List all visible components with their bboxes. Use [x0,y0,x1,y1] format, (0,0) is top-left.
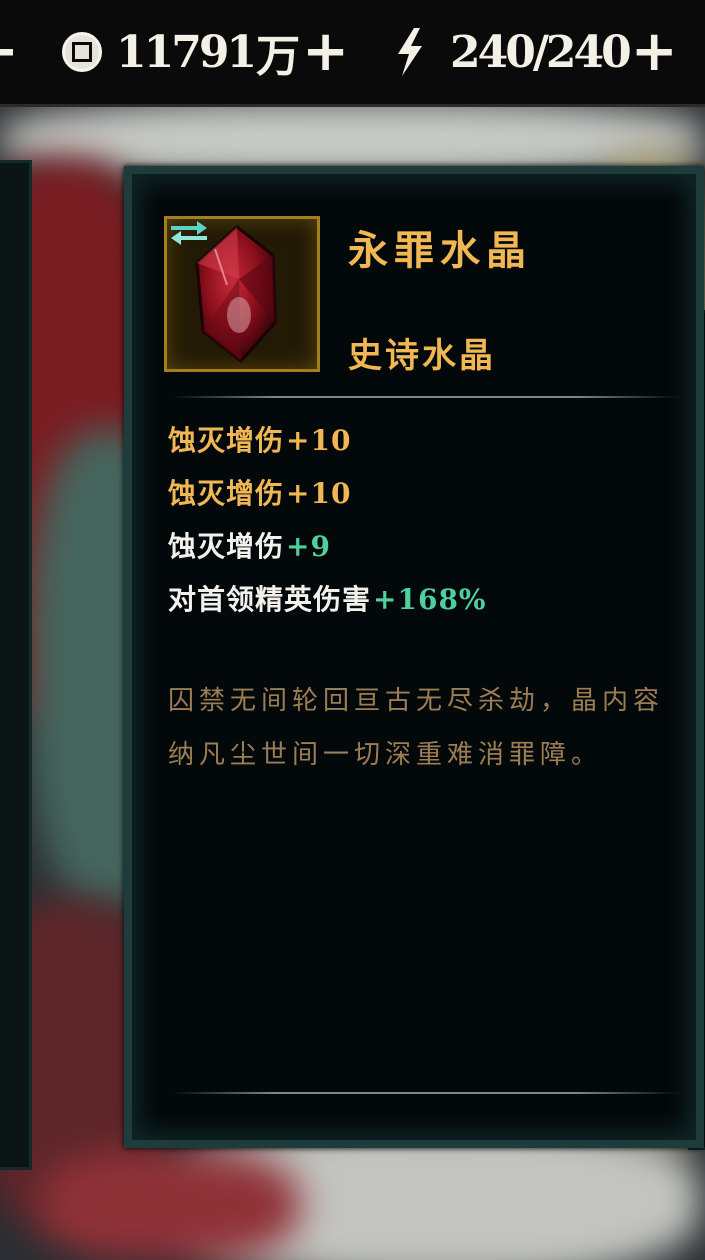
coin-icon [62,32,102,72]
energy-add-button[interactable]: + [631,24,678,80]
item-description: 囚禁无间轮回亘古无尽杀劫，晶内容纳凡尘世间一切深重难消罪障。 [168,686,665,770]
footer-divider [172,1092,680,1094]
stat-list: 蚀灭增伤+10 蚀灭增伤+10 蚀灭增伤+9 对首领精英伤害+168% [168,414,487,626]
coin-resource: 11791 万 + [62,22,349,82]
coin-unit: 万 [256,31,301,82]
stat-row: 对首领精英伤害+168% [168,583,487,616]
item-rarity: 史诗水晶 [348,336,496,376]
coin-value: 11791 [116,26,257,78]
previous-resource-add-button[interactable]: + [0,22,19,82]
energy-bolt-icon [398,28,422,76]
stat-row: 蚀灭增伤+10 [168,477,352,510]
item-icon-frame [164,216,320,372]
energy-resource: 240/240 + [396,22,678,82]
left-panel-edge [0,160,32,1170]
plus-icon: + [0,24,19,80]
swap-icon [171,221,207,245]
energy-value: 240/240 [450,26,632,78]
coin-add-button[interactable]: + [302,24,349,80]
stat-row: 蚀灭增伤+9 [168,530,331,563]
item-detail-card: 永罪水晶 史诗水晶 蚀灭增伤+10 蚀灭增伤+10 蚀灭增伤+9 对首领精英伤害… [124,166,704,1148]
header-divider [172,396,680,398]
item-name: 永罪水晶 [348,227,532,274]
resource-bar: + 11791 万 + 240/240 + [0,0,705,107]
stat-row: 蚀灭增伤+10 [168,424,352,457]
